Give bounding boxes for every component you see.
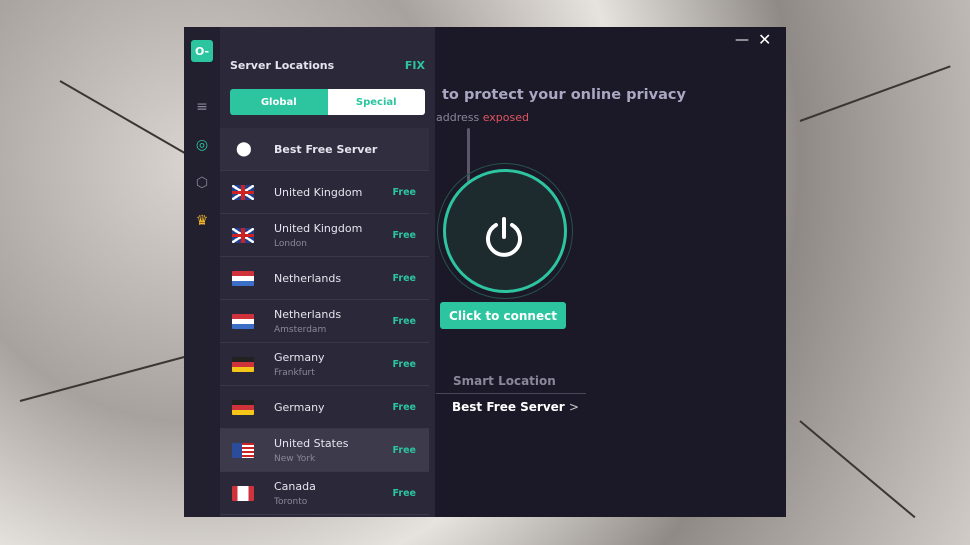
connect-button[interactable]: Click to connect — [440, 302, 566, 329]
server-name: Netherlands — [274, 271, 342, 285]
free-badge: Free — [392, 186, 416, 198]
server-locations-panel: Server Locations FIX Global Special ⬤ Be… — [220, 27, 470, 517]
chevron-right-icon: > — [568, 400, 579, 414]
server-name: Netherlands — [274, 308, 342, 321]
server-city: Frankfurt — [274, 368, 315, 378]
free-badge: Free — [392, 444, 416, 456]
ip-status: address exposed — [436, 111, 529, 124]
ip-status-value: exposed — [482, 111, 529, 124]
free-badge: Free — [392, 315, 416, 327]
ip-status-label: address — [436, 111, 480, 124]
crown-icon[interactable]: ♛ — [184, 213, 220, 229]
smart-location-selector[interactable]: Best Free Server > — [452, 400, 579, 414]
server-item[interactable]: Netherlands Free — [220, 257, 429, 300]
server-city: Amsterdam — [274, 325, 327, 335]
smart-location-value: Best Free Server — [452, 400, 565, 414]
server-item[interactable]: Canada Toronto Free — [220, 472, 429, 515]
server-name: Germany — [274, 351, 325, 364]
location-pin-icon: ⬤ — [236, 141, 252, 157]
flag-nl-icon — [232, 270, 254, 286]
server-name: Germany — [274, 400, 325, 414]
free-badge: Free — [392, 358, 416, 370]
smart-location-label: Smart Location — [453, 374, 556, 388]
menu-icon[interactable]: ≡ — [184, 99, 220, 115]
globe-icon[interactable]: ◎ — [184, 137, 220, 153]
server-city: New York — [274, 454, 316, 464]
server-item[interactable]: Germany Frankfurt Free — [220, 343, 429, 386]
server-name: United States — [274, 437, 349, 450]
icon-rail: O- ≡ ◎ ⬡ ♛ — [184, 27, 220, 517]
free-badge: Free — [392, 272, 416, 284]
free-badge: Free — [392, 229, 416, 241]
flag-de-icon — [232, 399, 254, 415]
fix-button[interactable]: FIX — [405, 59, 425, 72]
minimize-icon[interactable]: — — [735, 32, 749, 48]
server-city: Toronto — [274, 497, 308, 507]
free-badge: Free — [392, 487, 416, 499]
free-badge: Free — [392, 401, 416, 413]
server-name: Best Free Server — [274, 142, 378, 156]
close-icon[interactable]: ✕ — [758, 30, 771, 49]
best-free-server-item[interactable]: ⬤ Best Free Server — [220, 128, 429, 171]
server-name: United Kingdom — [274, 222, 363, 235]
server-item[interactable]: United States New York Free — [220, 429, 429, 472]
vpn-window: O- ≡ ◎ ⬡ ♛ Server Locations FIX Global S… — [184, 27, 786, 517]
server-city: London — [274, 239, 307, 249]
tab-global[interactable]: Global — [230, 89, 328, 115]
server-item[interactable]: United Kingdom London Free — [220, 214, 429, 257]
settings-icon[interactable]: ⬡ — [184, 175, 220, 191]
server-list: ⬤ Best Free Server United Kingdom Free U… — [220, 128, 435, 515]
flag-uk-icon — [232, 227, 254, 243]
server-name: Canada — [274, 480, 316, 493]
server-item[interactable]: United Kingdom Free — [220, 171, 429, 214]
key-logo-icon: O- — [191, 40, 213, 62]
flag-us-icon — [232, 442, 254, 458]
server-item[interactable]: Netherlands Amsterdam Free — [220, 300, 429, 343]
power-icon — [486, 217, 522, 257]
server-item[interactable]: Germany Free — [220, 386, 429, 429]
headline: to protect your online privacy — [442, 87, 686, 103]
flag-nl-icon — [232, 313, 254, 329]
flag-de-icon — [232, 356, 254, 372]
flag-uk-icon — [232, 184, 254, 200]
flag-ca-icon — [232, 485, 254, 501]
divider — [436, 393, 586, 394]
tab-special[interactable]: Special — [327, 89, 425, 115]
panel-title: Server Locations — [230, 59, 335, 72]
server-name: United Kingdom — [274, 185, 363, 199]
tab-switch: Global Special — [230, 89, 425, 115]
